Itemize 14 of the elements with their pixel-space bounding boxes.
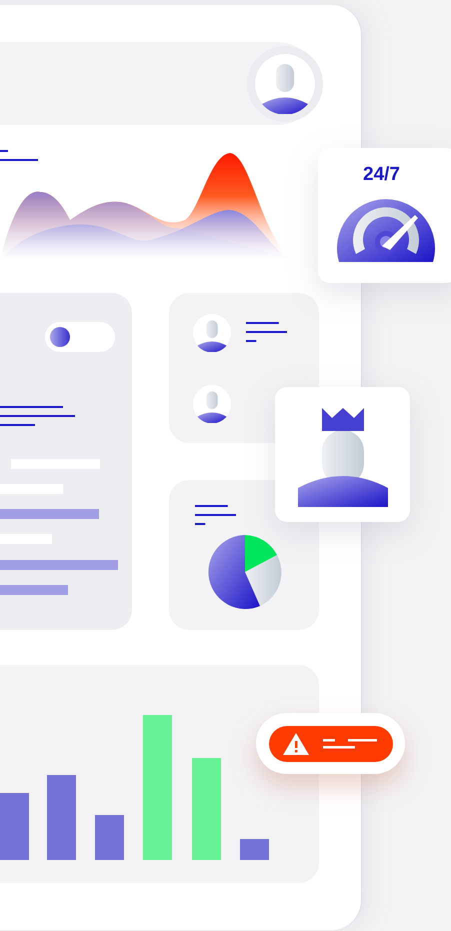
text-lines-icon (246, 321, 287, 345)
text-lines-icon (195, 504, 236, 528)
text-lines-icon (0, 405, 75, 429)
uptime-label: 24/7 (363, 164, 400, 186)
avatar-icon (193, 314, 231, 352)
chart-bar (0, 793, 29, 860)
avatar-icon (255, 54, 315, 114)
toggle-switch[interactable] (45, 322, 115, 352)
chart-bar (240, 839, 269, 860)
avatar-icon (193, 385, 231, 423)
text-lines-icon (322, 738, 376, 748)
chart-bar (95, 815, 124, 860)
warning-icon (282, 732, 308, 754)
crowned-user-icon (298, 408, 388, 507)
